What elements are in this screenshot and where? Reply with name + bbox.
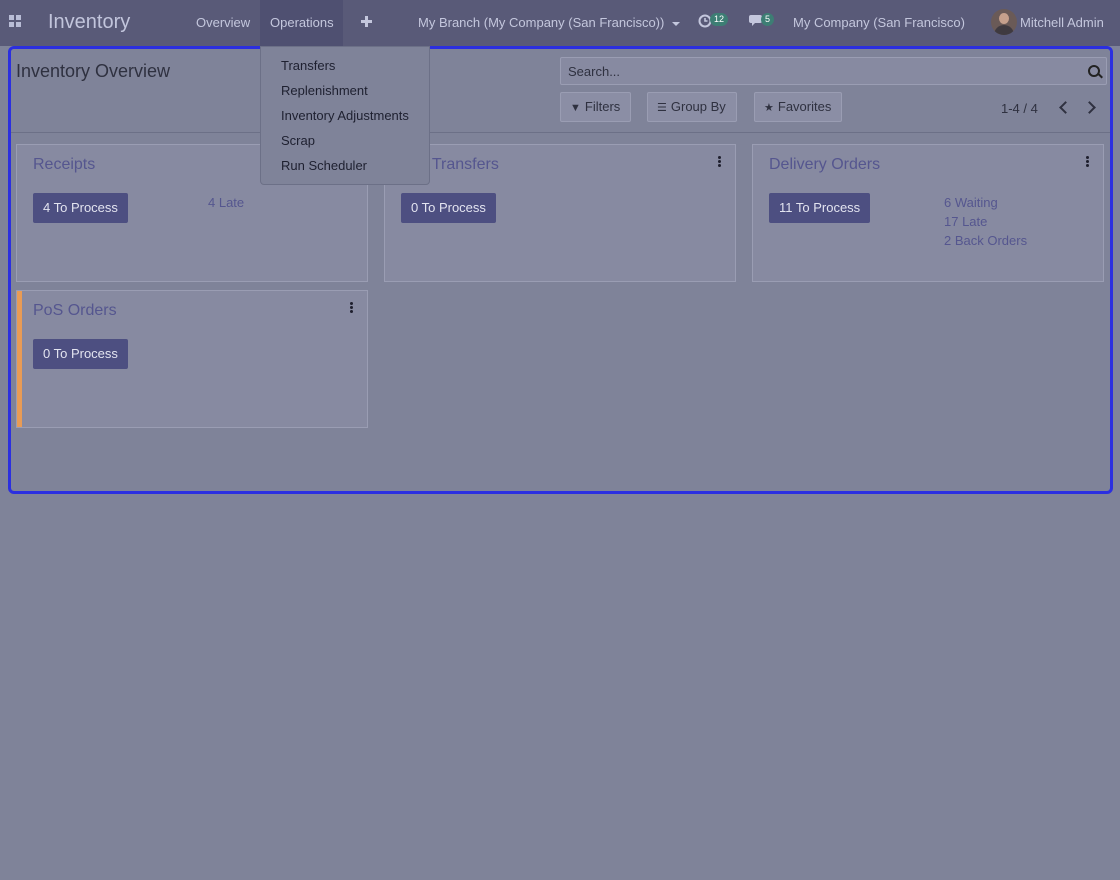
card-title[interactable]: Receipts [33, 156, 95, 174]
search-icon[interactable] [1088, 65, 1100, 77]
card-title[interactable]: Delivery Orders [769, 156, 880, 174]
search-box[interactable] [560, 57, 1107, 85]
back-orders-link[interactable]: 2 Back Orders [944, 233, 1027, 248]
menu-item-replenishment[interactable]: Replenishment [281, 83, 368, 98]
branch-switcher[interactable]: My Branch (My Company (San Francisco)) [408, 0, 690, 46]
kanban-card-pos-orders[interactable]: PoS Orders 0 To Process [16, 290, 368, 428]
menu-item-run-scheduler[interactable]: Run Scheduler [281, 158, 367, 173]
favorites-label: Favorites [777, 99, 832, 114]
filters-label: Filters [584, 99, 621, 114]
main-content: Inventory Overview ▼Filters ☰Group By ★F… [8, 46, 1113, 494]
list-icon: ☰ [657, 102, 667, 114]
menu-item-inventory-adjustments[interactable]: Inventory Adjustments [281, 108, 409, 123]
color-tag [17, 291, 22, 427]
late-link[interactable]: 4 Late [208, 195, 244, 210]
group-by-label: Group By [670, 99, 726, 114]
operations-dropdown: Transfers Replenishment Inventory Adjust… [260, 46, 430, 185]
search-input[interactable] [566, 63, 1070, 80]
group-by-button[interactable]: ☰ Group By [647, 92, 737, 122]
menu-item-scrap[interactable]: Scrap [281, 133, 315, 148]
to-process-button[interactable]: 4 To Process [33, 193, 128, 223]
filter-icon: ▼ [570, 102, 581, 114]
menu-item-transfers[interactable]: Transfers [281, 58, 335, 73]
kebab-menu-icon[interactable] [718, 156, 721, 168]
menu-operations[interactable]: Operations [260, 0, 343, 46]
to-process-button[interactable]: 0 To Process [401, 193, 496, 223]
menu-overview[interactable]: Overview [186, 0, 260, 46]
page-title: Inventory Overview [16, 61, 171, 81]
chevron-left-icon[interactable] [1058, 101, 1068, 113]
message-count-badge: 5 [761, 13, 775, 26]
kebab-menu-icon[interactable] [350, 302, 353, 314]
to-process-button[interactable]: 11 To Process [769, 193, 871, 223]
company-switcher[interactable]: My Company (San Francisco) [783, 0, 975, 46]
late-link[interactable]: 17 Late [944, 214, 987, 229]
apps-grid-icon[interactable] [9, 15, 23, 29]
branch-label: My Branch (My Company (San Francisco)) [418, 15, 665, 30]
waiting-link[interactable]: 6 Waiting [944, 195, 998, 210]
top-navbar: Inventory Overview Operations My Branch … [0, 0, 1120, 46]
kanban-card-delivery-orders[interactable]: Delivery Orders 11 To Process 6 Waiting … [752, 144, 1104, 282]
filters-button[interactable]: ▼ Filters [560, 92, 632, 122]
user-menu[interactable]: Mitchell Admin [1010, 0, 1114, 46]
card-title[interactable]: PoS Orders [33, 302, 117, 320]
plus-icon[interactable] [358, 13, 374, 29]
to-process-button[interactable]: 0 To Process [33, 339, 128, 369]
control-panel: Inventory Overview ▼Filters ☰Group By ★F… [11, 49, 1110, 133]
chevron-right-icon[interactable] [1085, 101, 1095, 113]
caret-down-icon [672, 21, 681, 26]
kanban-card-internal-transfers[interactable]: rnal Transfers 0 To Process [384, 144, 736, 282]
favorites-button[interactable]: ★ Favorites [754, 92, 843, 122]
star-icon: ★ [764, 102, 774, 114]
app-name[interactable]: Inventory [48, 11, 130, 34]
pager-value[interactable]: 1-4 / 4 [1001, 101, 1038, 116]
activity-count-badge: 12 [710, 13, 729, 26]
kebab-menu-icon[interactable] [1086, 156, 1089, 168]
